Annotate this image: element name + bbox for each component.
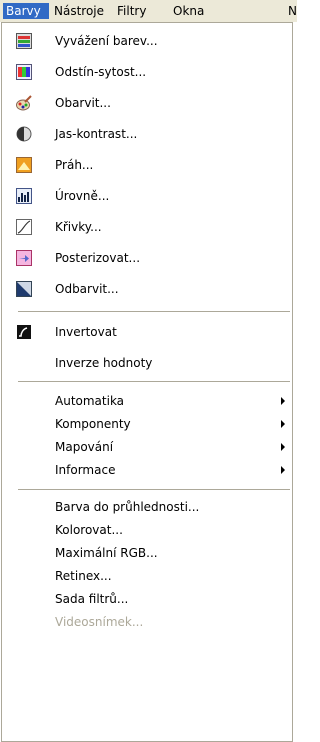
colorize-icon: [16, 95, 32, 111]
invert-icon: [17, 325, 31, 339]
menu-item-curves[interactable]: Křivky...: [2, 214, 292, 240]
menu-item-max-rgb[interactable]: Maximální RGB...: [2, 542, 292, 564]
menu-item-colorize[interactable]: Obarvit...: [2, 90, 292, 116]
menu-item-label: Odbarvit...: [55, 282, 119, 296]
levels-icon: [16, 188, 32, 204]
color-balance-icon: [16, 33, 32, 49]
menu-item-label: Inverze hodnoty: [55, 356, 153, 370]
submenu-arrow-icon: [281, 420, 285, 428]
menu-item-brightness-contrast[interactable]: Jas-kontrast...: [2, 121, 292, 147]
menu-item-info-submenu[interactable]: Informace: [2, 459, 292, 481]
menu-item-label: Videosnímek...: [55, 615, 144, 629]
menu-item-label: Maximální RGB...: [55, 546, 158, 560]
curves-icon: [16, 219, 32, 235]
menu-n[interactable]: N: [285, 3, 303, 19]
posterize-icon: [16, 250, 32, 266]
submenu-arrow-icon: [281, 443, 285, 451]
threshold-icon: [16, 157, 32, 173]
menu-item-label: Barva do průhlednosti...: [55, 500, 200, 514]
submenu-arrow-icon: [281, 397, 285, 405]
menu-item-colorify[interactable]: Kolorovat...: [2, 519, 292, 541]
menu-item-label: Práh...: [55, 158, 94, 172]
menu-barvy[interactable]: Barvy: [3, 3, 49, 19]
desaturate-icon: [16, 281, 32, 297]
brightness-contrast-icon: [16, 126, 32, 142]
menu-item-label: Komponenty: [55, 417, 131, 431]
menu-item-posterize[interactable]: Posterizovat...: [2, 245, 292, 271]
menu-item-label: Retinex...: [55, 569, 112, 583]
menu-item-label: Obarvit...: [55, 96, 111, 110]
menu-okna[interactable]: Okna: [170, 3, 220, 19]
menu-item-label: Úrovně...: [55, 189, 110, 203]
menu-item-label: Křivky...: [55, 220, 102, 234]
menu-item-video-disabled: Videosnímek...: [2, 611, 292, 633]
menu-separator: [18, 489, 290, 490]
menu-item-label: Kolorovat...: [55, 523, 123, 537]
menu-item-retinex[interactable]: Retinex...: [2, 565, 292, 587]
menu-bar: Barvy Nástroje Filtry Okna N: [0, 0, 297, 22]
menu-item-invert[interactable]: Invertovat: [2, 319, 292, 345]
menu-filtry[interactable]: Filtry: [114, 3, 168, 19]
menu-separator: [18, 311, 290, 312]
menu-item-label: Odstín-sytost...: [55, 65, 147, 79]
menu-item-label: Vyvážení barev...: [55, 34, 158, 48]
menu-item-hue-saturation[interactable]: Odstín-sytost...: [2, 59, 292, 85]
menu-item-components-submenu[interactable]: Komponenty: [2, 413, 292, 435]
menu-item-auto-submenu[interactable]: Automatika: [2, 390, 292, 412]
menu-item-label: Sada filtrů...: [55, 592, 129, 606]
submenu-arrow-icon: [281, 466, 285, 474]
menu-item-levels[interactable]: Úrovně...: [2, 183, 292, 209]
menu-item-label: Jas-kontrast...: [55, 127, 138, 141]
menu-item-filter-pack[interactable]: Sada filtrů...: [2, 588, 292, 610]
menu-item-value-invert[interactable]: Inverze hodnoty: [2, 350, 292, 376]
menu-nastroje[interactable]: Nástroje: [51, 3, 115, 19]
menu-item-threshold[interactable]: Práh...: [2, 152, 292, 178]
menu-separator: [18, 381, 290, 382]
menu-item-label: Posterizovat...: [55, 251, 141, 265]
menu-item-label: Automatika: [55, 394, 125, 408]
hue-saturation-icon: [16, 64, 32, 80]
menu-item-desaturate[interactable]: Odbarvit...: [2, 276, 292, 302]
menu-item-label: Informace: [55, 463, 116, 477]
menu-item-map-submenu[interactable]: Mapování: [2, 436, 292, 458]
menu-item-color-balance[interactable]: Vyvážení barev...: [2, 28, 292, 54]
menu-item-color-to-alpha[interactable]: Barva do průhlednosti...: [2, 496, 292, 518]
menu-item-label: Invertovat: [55, 325, 117, 339]
menu-item-label: Mapování: [55, 440, 114, 454]
colors-dropdown-menu: Vyvážení barev... Odstín-sytost... Obarv…: [1, 22, 293, 742]
